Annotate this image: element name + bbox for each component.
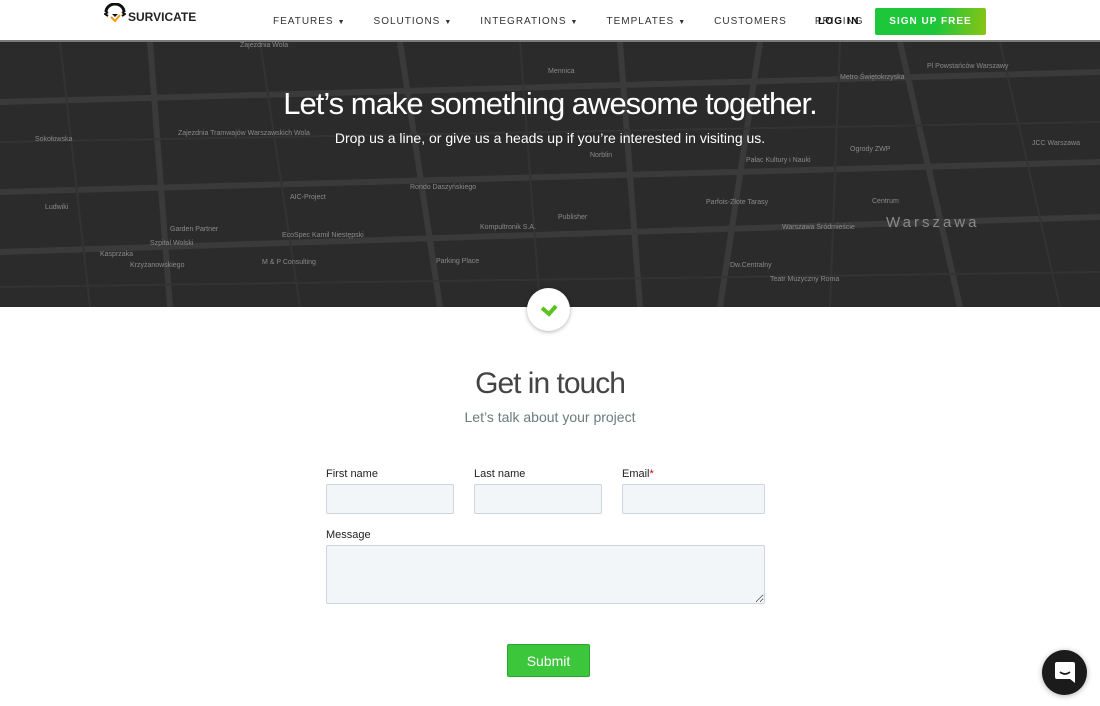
nav-label: FEATURES (273, 16, 334, 27)
caret-down-icon: ▼ (678, 19, 687, 26)
logo[interactable]: SURVICATE (104, 3, 196, 25)
nav-customers[interactable]: CUSTOMERS (714, 16, 787, 27)
caret-down-icon: ▼ (444, 19, 453, 26)
required-mark: * (649, 468, 654, 480)
nav-label: TEMPLATES (606, 16, 675, 27)
last-name-label: Last name (474, 468, 526, 480)
main-menu: FEATURES ▼ SOLUTIONS ▼ INTEGRATIONS ▼ TEMPL… (273, 16, 892, 27)
chat-icon (1054, 661, 1075, 683)
hero-subtitle: Drop us a line, or give us a heads up if… (334, 130, 766, 146)
nav-label: SOLUTIONS (373, 16, 441, 27)
logo-text: SURVICATE (128, 10, 197, 24)
map-label: Parfois-Złote Tarasy (706, 199, 769, 206)
first-name-input[interactable] (326, 484, 454, 514)
email-label: Email* (622, 468, 654, 480)
map-label: Krzyżanowskiego (130, 262, 185, 269)
map-label: EcoSpec Kamil Niestępski (282, 232, 364, 239)
checkmark-icon (540, 304, 558, 317)
map-label: Warszawa (886, 214, 980, 231)
email-input[interactable] (622, 484, 765, 514)
map-label: Garden Partner (170, 226, 219, 233)
email-label-text: Email (622, 468, 650, 480)
login-link[interactable]: LOG IN (818, 16, 860, 27)
nav-templates[interactable]: TEMPLATES ▼ (606, 16, 686, 27)
nav-integrations[interactable]: INTEGRATIONS ▼ (480, 16, 578, 27)
nav-features[interactable]: FEATURES ▼ (273, 16, 346, 27)
caret-down-icon: ▼ (337, 19, 346, 26)
map-label: Teatr Muzyczny Roma (770, 276, 840, 283)
chat-launcher[interactable] (1042, 650, 1087, 695)
hero-map-banner: Zajezdnia Wola Sokołowska Zajezdnia Tramwa… (0, 42, 1100, 307)
map-label: Kasprzaka (100, 251, 134, 258)
map-label: Pałac Kultury i Nauki (746, 157, 811, 164)
message-textarea[interactable] (326, 545, 765, 604)
map-label: Ogrody ZWP (850, 146, 891, 153)
map-label: Szpital Wolski (150, 240, 194, 247)
map-label: M & P Consulting (262, 259, 316, 266)
map-label: Rondo Daszyńskiego (410, 184, 477, 191)
map-label: Norblin (590, 152, 613, 159)
map-label: Metro Świętokrzyska (840, 74, 905, 81)
survicate-logo-icon (104, 3, 126, 23)
map-label: Pl Powstańców Warszawy (927, 63, 1009, 70)
form-subtitle: Let’s talk about your project (464, 409, 636, 425)
message-label: Message (326, 529, 371, 541)
submit-button[interactable]: Submit (507, 644, 590, 677)
map-label: Zajezdnia Wola (240, 42, 289, 49)
hero-title: Let’s make something awesome together. (283, 86, 818, 121)
check-badge (527, 288, 570, 331)
form-title: Get in touch (475, 367, 626, 400)
signup-button[interactable]: SIGN UP FREE (875, 8, 986, 35)
map-label: Publisher (558, 214, 588, 221)
map-label: Mennica (548, 68, 575, 75)
top-nav: SURVICATE FEATURES ▼ SOLUTIONS ▼ INTEGRATI… (0, 0, 1100, 42)
map-label: Warszawa Śródmieście (782, 224, 855, 231)
nav-solutions[interactable]: SOLUTIONS ▼ (374, 16, 453, 27)
map-label: AIC-Project (290, 194, 326, 201)
map-label: Parking Place (436, 258, 480, 265)
last-name-input[interactable] (474, 484, 602, 514)
first-name-label: First name (326, 468, 378, 480)
caret-down-icon: ▼ (570, 19, 579, 26)
map-label: Centrum (872, 198, 899, 205)
nav-label: INTEGRATIONS (480, 16, 567, 27)
map-label: Ludwiki (45, 204, 69, 211)
map-label: Kompultronik S.A. (480, 224, 537, 231)
map-label: Dw.Centralny (730, 262, 772, 269)
